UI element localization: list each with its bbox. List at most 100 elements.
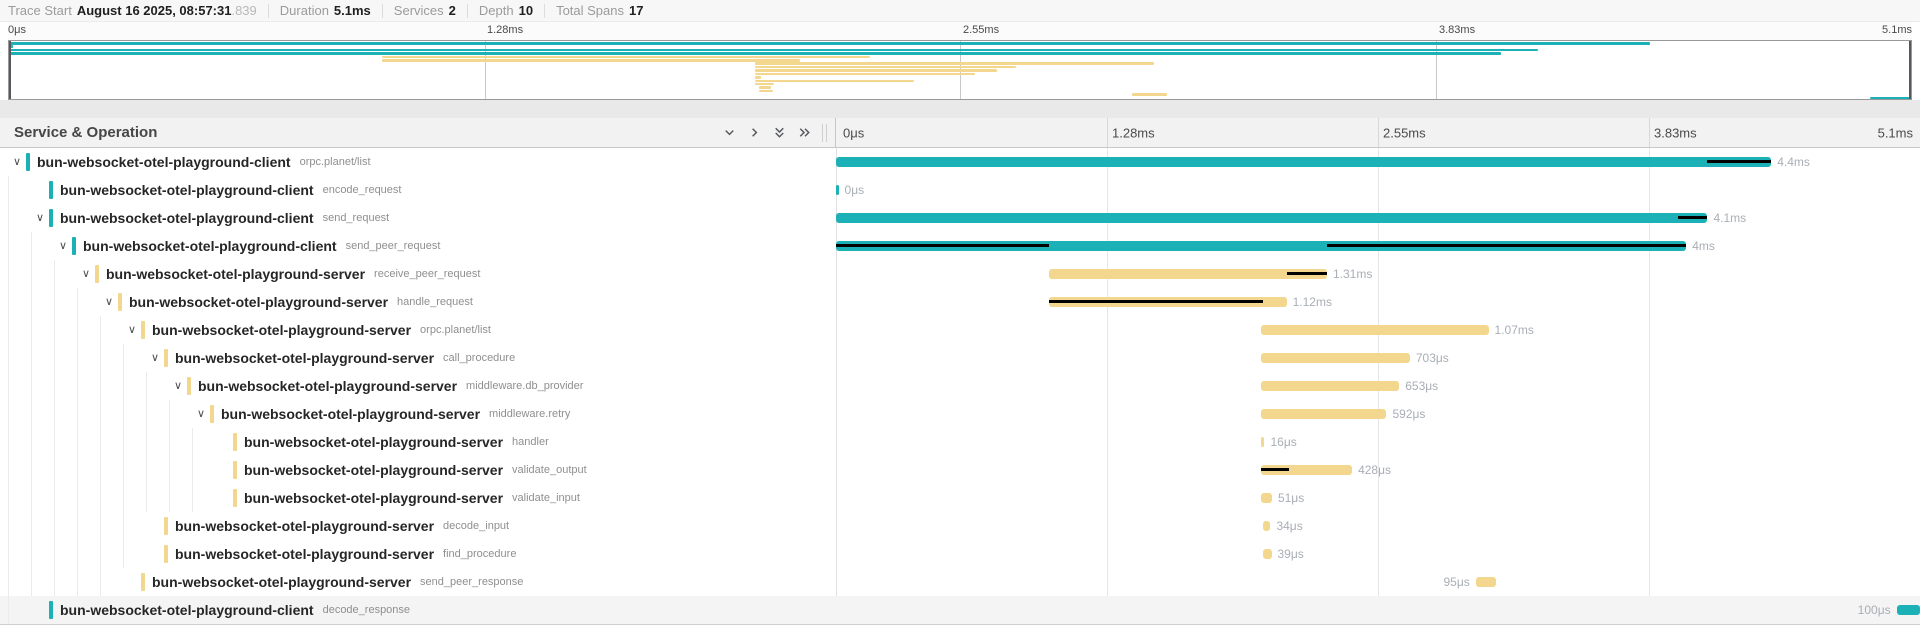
span-operation-name[interactable]: receive_peer_request (374, 268, 480, 280)
span-operation-name[interactable]: middleware.retry (489, 408, 570, 420)
span-duration-bar[interactable] (1261, 465, 1352, 475)
span-duration-bar[interactable] (836, 241, 1686, 251)
span-service-name[interactable]: bun-websocket-otel-playground-client (83, 238, 337, 254)
span-service-name[interactable]: bun-websocket-otel-playground-server (175, 518, 434, 534)
header-gridline (1378, 118, 1379, 147)
span-operation-name[interactable]: call_procedure (443, 352, 515, 364)
span-operation-name[interactable]: send_peer_request (346, 240, 441, 252)
span-row[interactable]: bun-websocket-otel-playground-server send… (0, 568, 1920, 596)
span-service-name[interactable]: bun-websocket-otel-playground-server (244, 434, 503, 450)
indent-guide (192, 428, 215, 456)
chevron-down-icon[interactable]: ∨ (31, 204, 49, 232)
span-service-name[interactable]: bun-websocket-otel-playground-client (60, 602, 314, 618)
span-operation-name[interactable]: decode_response (323, 604, 410, 616)
span-row[interactable]: ∨ bun-websocket-otel-playground-server cal… (0, 344, 1920, 372)
span-operation-name[interactable]: send_peer_response (420, 576, 523, 588)
scrubber-left-handle[interactable] (9, 41, 11, 99)
collapse-all-icon[interactable] (772, 125, 787, 140)
chevron-down-icon[interactable]: ∨ (169, 372, 187, 400)
span-operation-name[interactable]: handle_request (397, 296, 473, 308)
collapse-one-icon[interactable] (722, 125, 737, 140)
span-operation-name[interactable]: decode_input (443, 520, 509, 532)
span-duration-bar[interactable] (1261, 381, 1399, 391)
span-service-name[interactable]: bun-websocket-otel-playground-client (37, 154, 291, 170)
chevron-down-icon[interactable]: ∨ (192, 400, 210, 428)
span-duration-bar[interactable] (1261, 437, 1264, 447)
span-duration-bar[interactable] (1049, 297, 1287, 307)
span-duration-bar[interactable] (836, 213, 1707, 223)
span-duration-bar[interactable] (836, 185, 839, 195)
span-row[interactable]: ∨ bun-websocket-otel-playground-client sen… (0, 204, 1920, 232)
chevron-down-icon[interactable]: ∨ (77, 260, 95, 288)
column-resizer-handle[interactable] (822, 124, 827, 142)
span-row[interactable]: ∨ bun-websocket-otel-playground-client orp… (0, 148, 1920, 176)
indent-guide (146, 428, 169, 456)
span-color-bar (164, 517, 168, 535)
span-row[interactable]: ∨ bun-websocket-otel-playground-client sen… (0, 232, 1920, 260)
span-row[interactable]: bun-websocket-otel-playground-server hand… (0, 428, 1920, 456)
span-row[interactable]: bun-websocket-otel-playground-server find… (0, 540, 1920, 568)
span-service-name[interactable]: bun-websocket-otel-playground-server (198, 378, 457, 394)
span-duration-bar[interactable] (1897, 605, 1920, 615)
span-row[interactable]: ∨ bun-websocket-otel-playground-server mid… (0, 372, 1920, 400)
minimap-span-line (9, 52, 1501, 55)
span-operation-name[interactable]: validate_input (512, 492, 580, 504)
span-duration-bar[interactable] (836, 157, 1771, 167)
indent-guide (8, 400, 31, 428)
span-name-cell: ∨ bun-websocket-otel-playground-client orp… (0, 148, 836, 176)
span-duration-bar[interactable] (1263, 521, 1270, 531)
chevron-down-icon[interactable]: ∨ (123, 316, 141, 344)
span-row[interactable]: bun-websocket-otel-playground-client enco… (0, 176, 1920, 204)
span-row[interactable]: ∨ bun-websocket-otel-playground-server mid… (0, 400, 1920, 428)
chevron-down-icon[interactable]: ∨ (54, 232, 72, 260)
indent-guide (31, 456, 54, 484)
span-duration-bar[interactable] (1261, 325, 1488, 335)
span-operation-name[interactable]: validate_output (512, 464, 587, 476)
indent-guide (54, 372, 77, 400)
span-operation-name[interactable]: orpc.planet/list (420, 324, 491, 336)
span-row[interactable]: ∨ bun-websocket-otel-playground-server rec… (0, 260, 1920, 288)
indent-guide (146, 484, 169, 512)
span-row[interactable]: bun-websocket-otel-playground-server vali… (0, 456, 1920, 484)
span-duration-bar[interactable] (1049, 269, 1327, 279)
span-duration-bar[interactable] (1261, 353, 1410, 363)
span-duration-bar[interactable] (1261, 409, 1386, 419)
span-service-name[interactable]: bun-websocket-otel-playground-server (152, 322, 411, 338)
span-service-name[interactable]: bun-websocket-otel-playground-server (152, 574, 411, 590)
span-service-name[interactable]: bun-websocket-otel-playground-server (129, 294, 388, 310)
span-service-name[interactable]: bun-websocket-otel-playground-client (60, 210, 314, 226)
span-service-name[interactable]: bun-websocket-otel-playground-client (60, 182, 314, 198)
span-duration-bar[interactable] (1263, 549, 1271, 559)
minimap-time-ruler: 0μs1.28ms2.55ms3.83ms5.1ms (8, 22, 1912, 40)
span-duration-label: 1.12ms (1293, 295, 1332, 309)
span-service-name[interactable]: bun-websocket-otel-playground-server (175, 350, 434, 366)
span-operation-name[interactable]: find_procedure (443, 548, 516, 560)
indent-guide (77, 456, 100, 484)
scrubber-right-handle[interactable] (1909, 41, 1911, 99)
span-operation-name[interactable]: middleware.db_provider (466, 380, 583, 392)
span-duration-bar[interactable] (1476, 577, 1496, 587)
span-operation-name[interactable]: encode_request (323, 184, 402, 196)
chevron-down-icon[interactable]: ∨ (100, 288, 118, 316)
chevron-down-icon[interactable]: ∨ (146, 344, 164, 372)
span-row[interactable]: bun-websocket-otel-playground-server vali… (0, 484, 1920, 512)
expand-one-icon[interactable] (747, 125, 762, 140)
span-duration-bar[interactable] (1261, 493, 1272, 503)
span-row[interactable]: bun-websocket-otel-playground-client deco… (0, 596, 1920, 624)
span-service-name[interactable]: bun-websocket-otel-playground-server (244, 462, 503, 478)
span-row[interactable]: ∨ bun-websocket-otel-playground-server han… (0, 288, 1920, 316)
span-operation-name[interactable]: send_request (323, 212, 390, 224)
trace-minimap-scrubber[interactable] (8, 40, 1912, 100)
expand-all-icon[interactable] (797, 125, 812, 140)
service-operation-title: Service & Operation (14, 124, 722, 141)
span-service-name[interactable]: bun-websocket-otel-playground-server (221, 406, 480, 422)
span-operation-name[interactable]: orpc.planet/list (300, 156, 371, 168)
indent-guide (146, 400, 169, 428)
chevron-down-icon[interactable]: ∨ (8, 148, 26, 176)
span-row[interactable]: bun-websocket-otel-playground-server deco… (0, 512, 1920, 540)
span-operation-name[interactable]: handler (512, 436, 549, 448)
span-service-name[interactable]: bun-websocket-otel-playground-server (106, 266, 365, 282)
span-row[interactable]: ∨ bun-websocket-otel-playground-server orp… (0, 316, 1920, 344)
span-service-name[interactable]: bun-websocket-otel-playground-server (244, 490, 503, 506)
span-service-name[interactable]: bun-websocket-otel-playground-server (175, 546, 434, 562)
